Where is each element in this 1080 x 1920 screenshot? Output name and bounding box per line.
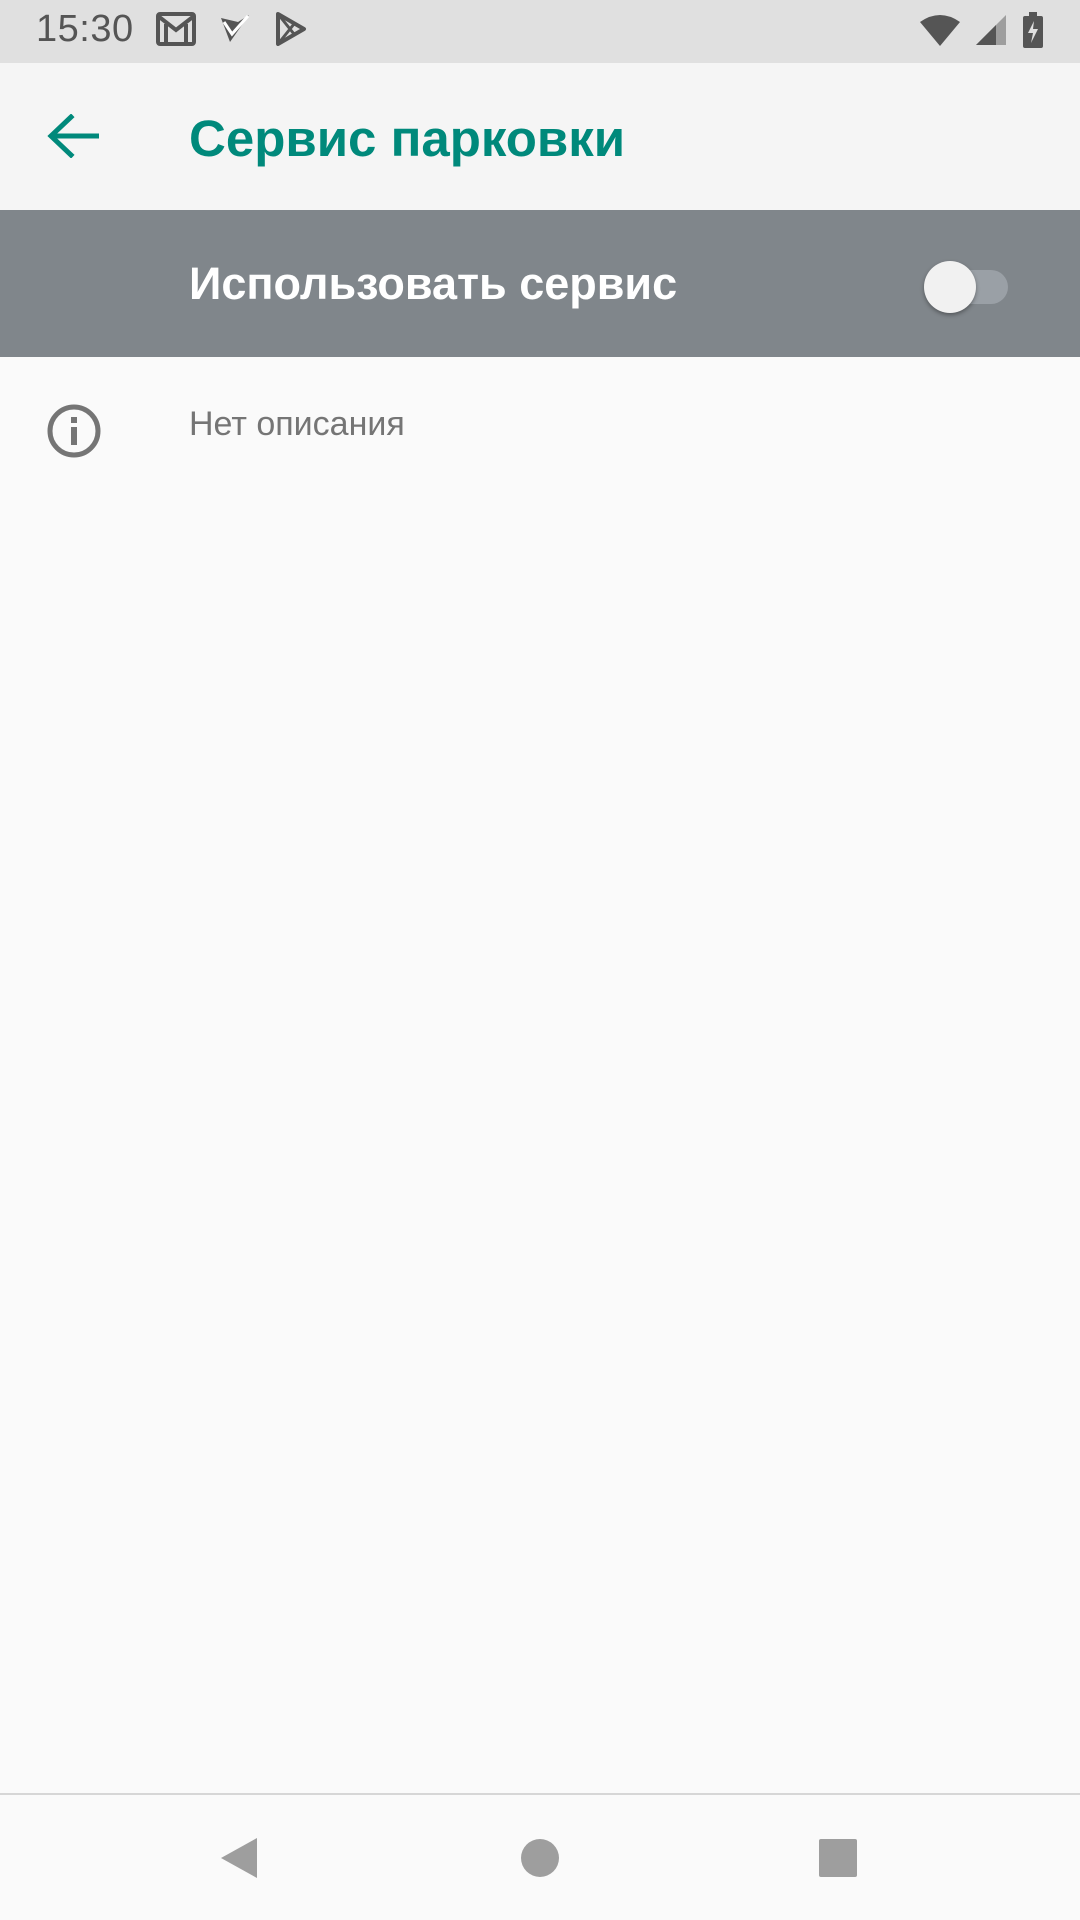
nav-back-button[interactable]	[194, 1815, 284, 1905]
use-service-toggle[interactable]	[922, 256, 1012, 313]
back-arrow-icon	[47, 112, 100, 163]
page-title: Сервис парковки	[189, 110, 626, 167]
wifi-icon	[920, 14, 960, 51]
tasks-icon	[218, 12, 252, 51]
battery-charging-icon	[1022, 12, 1044, 53]
recents-nav-icon	[818, 1838, 858, 1883]
description-text: Нет описания	[189, 405, 405, 443]
back-button[interactable]	[28, 93, 118, 183]
info-icon	[46, 403, 102, 459]
nav-recents-button[interactable]	[793, 1815, 883, 1905]
back-nav-icon	[217, 1834, 261, 1887]
nav-home-button[interactable]	[495, 1815, 585, 1905]
app-bar: Сервис парковки	[0, 63, 1080, 210]
use-service-switch-row[interactable]: Использовать сервис	[0, 210, 1080, 357]
home-nav-icon	[520, 1838, 560, 1883]
signal-icon	[974, 13, 1008, 52]
use-service-label: Использовать сервис	[189, 258, 678, 309]
status-bar: 15:30	[0, 0, 1080, 63]
play-store-icon	[274, 12, 308, 51]
notification-icons	[156, 12, 308, 51]
description-row: Нет описания	[0, 357, 1080, 497]
toggle-thumb	[924, 261, 976, 313]
gmail-icon	[156, 12, 196, 51]
status-time: 15:30	[36, 8, 134, 50]
navigation-bar	[0, 1793, 1080, 1920]
system-icons	[920, 12, 1044, 53]
